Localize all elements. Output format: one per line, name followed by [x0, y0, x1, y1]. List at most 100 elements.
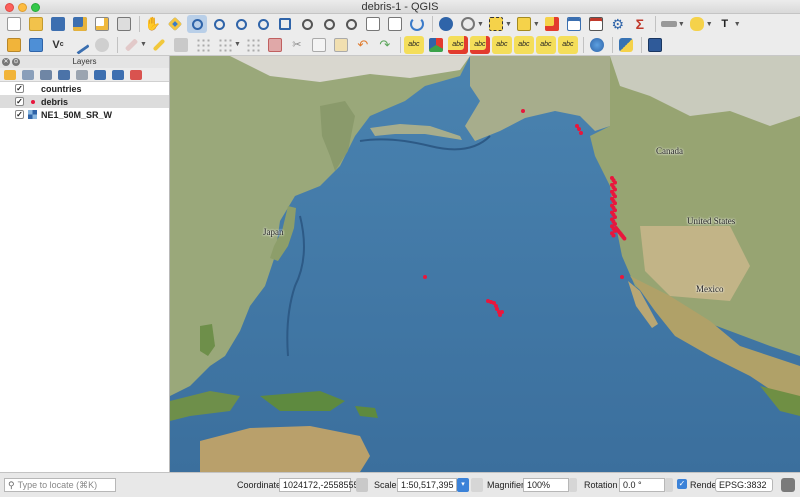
zoom-full-icon[interactable]	[231, 15, 251, 33]
debris-point	[423, 275, 427, 279]
save-edits-icon[interactable]	[171, 36, 191, 54]
copy-icon[interactable]	[309, 36, 329, 54]
zoom-in-icon[interactable]	[187, 15, 207, 33]
edit-pencil-icon[interactable]	[149, 36, 169, 54]
edit-layer-icon[interactable]	[26, 36, 46, 54]
float-panel-icon[interactable]: ⊙	[12, 58, 20, 66]
open-project-icon[interactable]	[26, 15, 46, 33]
select-icon[interactable]	[486, 15, 506, 33]
zoom-last-icon[interactable]	[319, 15, 339, 33]
layer-item-debris[interactable]: ✓ debris	[0, 95, 169, 108]
delete-icon[interactable]	[265, 36, 285, 54]
magnifier-stepper[interactable]	[569, 478, 577, 492]
help-icon[interactable]	[645, 36, 665, 54]
digitize-icon[interactable]	[4, 36, 24, 54]
vertex-icon[interactable]	[92, 36, 112, 54]
add-feature-icon[interactable]: Vc	[48, 36, 68, 54]
pan-to-selection-icon[interactable]	[165, 15, 185, 33]
rotation-label: Rotation	[584, 480, 618, 490]
statistics-icon[interactable]	[586, 15, 606, 33]
save-as-icon[interactable]	[70, 15, 90, 33]
magnifier-field[interactable]: 100%	[523, 478, 569, 492]
filter-legend-icon[interactable]	[76, 69, 88, 80]
measure-icon[interactable]	[458, 15, 478, 33]
layer-item-countries[interactable]: ✓ countries	[0, 82, 169, 95]
label-tool-icon[interactable]: abc	[557, 35, 578, 54]
redo-icon[interactable]: ↷	[375, 36, 395, 54]
zoom-to-selection-icon[interactable]	[253, 15, 273, 33]
close-panel-icon[interactable]: ✕	[2, 58, 10, 66]
node-tool-icon[interactable]	[70, 34, 90, 55]
new-map-view-icon[interactable]	[363, 15, 383, 33]
pencil-icon[interactable]	[121, 36, 141, 54]
save-project-icon[interactable]	[48, 15, 68, 33]
layers-panel: ✕ ⊙ Layers ✓ countries ✓ debris ✓ NE1_50…	[0, 56, 170, 472]
label-icon[interactable]: abc	[403, 35, 424, 54]
filter-icon[interactable]	[58, 69, 70, 80]
search-icon: ⚲	[8, 480, 15, 490]
close-window-button[interactable]	[5, 3, 14, 12]
label-pin-icon[interactable]	[426, 36, 446, 54]
visibility-icon[interactable]	[40, 69, 52, 80]
layers-toolbar	[0, 68, 169, 82]
text-annotation-icon[interactable]: T	[715, 15, 735, 33]
add-point-icon[interactable]	[193, 36, 213, 54]
undo-icon[interactable]: ↶	[353, 36, 373, 54]
paste-icon[interactable]	[331, 36, 351, 54]
locator-search-input[interactable]: ⚲ Type to locate (⌘K)	[4, 478, 116, 492]
label-change-icon[interactable]: abc	[513, 35, 534, 54]
magnifier-label: Magnifier	[487, 480, 525, 490]
messages-icon[interactable]	[781, 478, 795, 492]
zoom-native-icon[interactable]	[297, 15, 317, 33]
add-group-icon[interactable]	[22, 69, 34, 80]
cut-icon[interactable]: ✂	[287, 36, 307, 54]
zoom-to-layer-icon[interactable]	[275, 15, 295, 33]
crs-button[interactable]: EPSG:3832	[715, 478, 773, 492]
layout-manager-icon[interactable]	[114, 15, 134, 33]
raster-icon	[28, 110, 37, 119]
scale-label: Scale	[374, 480, 397, 490]
print-layout-icon[interactable]	[92, 15, 112, 33]
pan-icon[interactable]: ✋	[143, 15, 163, 33]
sum-icon[interactable]: Σ	[630, 15, 650, 33]
layer-checkbox[interactable]: ✓	[15, 97, 24, 106]
remove-layer-icon[interactable]	[130, 69, 142, 80]
label-move-icon[interactable]: abc	[469, 35, 490, 54]
tips-icon[interactable]	[687, 15, 707, 33]
rotation-stepper[interactable]	[665, 478, 673, 492]
settings-icon[interactable]: ⚙	[608, 15, 628, 33]
refresh-icon[interactable]	[407, 15, 427, 33]
label-show-icon[interactable]: abc	[535, 35, 556, 54]
layer-item-raster[interactable]: ✓ NE1_50M_SR_W	[0, 108, 169, 121]
layer-checkbox[interactable]: ✓	[15, 110, 24, 119]
new-3d-view-icon[interactable]	[385, 15, 405, 33]
zoom-next-icon[interactable]	[341, 15, 361, 33]
toggle-extents-icon[interactable]	[356, 478, 368, 492]
node-tool2-icon[interactable]	[243, 36, 263, 54]
collapse-all-icon[interactable]	[112, 69, 124, 80]
lock-scale-icon[interactable]	[471, 478, 483, 492]
scale-dropdown-icon[interactable]: ▾	[457, 478, 469, 492]
globe-icon[interactable]	[587, 36, 607, 54]
move-feature-icon[interactable]	[215, 36, 235, 54]
minimize-window-button[interactable]	[18, 3, 27, 12]
rotation-field[interactable]: 0.0 °	[619, 478, 665, 492]
label-highlight-icon[interactable]: abc	[447, 35, 468, 54]
style-icon[interactable]	[4, 69, 16, 80]
attribute-table-icon[interactable]	[514, 15, 534, 33]
expand-all-icon[interactable]	[94, 69, 106, 80]
measure-line-icon[interactable]	[659, 15, 679, 33]
scale-combobox[interactable]: 1:50,517,395	[397, 478, 457, 492]
new-project-icon[interactable]	[4, 15, 24, 33]
open-table-icon[interactable]	[564, 15, 584, 33]
map-canvas[interactable]: Canada United States Japan Mexico	[170, 56, 800, 472]
identify-icon[interactable]	[436, 15, 456, 33]
render-checkbox[interactable]: ✓	[677, 479, 687, 489]
zoom-out-icon[interactable]	[209, 15, 229, 33]
zoom-window-button[interactable]	[31, 3, 40, 12]
coordinate-field[interactable]: 1024172,-2558555	[279, 478, 359, 492]
layer-checkbox[interactable]: ✓	[15, 84, 24, 93]
python-icon[interactable]	[616, 36, 636, 54]
label-rotate-icon[interactable]: abc	[491, 35, 512, 54]
deselect-icon[interactable]	[542, 15, 562, 33]
